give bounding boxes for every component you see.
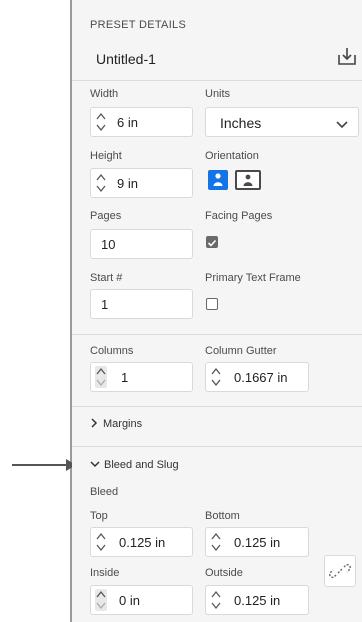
preset-name[interactable]: Untitled-1 <box>96 51 156 67</box>
divider <box>72 80 362 81</box>
bleed-top-field[interactable]: 0.125 in <box>90 527 193 557</box>
document-background <box>0 0 70 622</box>
width-field[interactable]: 6 in <box>90 107 193 137</box>
width-label: Width <box>90 88 119 100</box>
primary-text-frame-checkbox[interactable] <box>206 298 218 310</box>
unlinked-chain-icon[interactable] <box>324 555 356 587</box>
bleed-bottom-label: Bottom <box>205 510 240 522</box>
section-title-preset-details: PRESET DETAILS <box>90 19 187 31</box>
bleed-and-slug-toggle[interactable]: Bleed and Slug <box>90 459 179 471</box>
bleed-outside-label: Outside <box>205 567 243 579</box>
pages-label: Pages <box>90 210 122 222</box>
facing-pages-label: Facing Pages <box>205 210 273 222</box>
bleed-bottom-stepper[interactable] <box>210 531 222 553</box>
pages-field[interactable]: 10 <box>90 229 193 259</box>
columns-label: Columns <box>90 345 134 357</box>
bleed-inside-label: Inside <box>90 567 120 579</box>
divider <box>72 334 362 335</box>
units-select[interactable]: Inches <box>205 107 359 137</box>
save-preset-icon[interactable] <box>337 46 357 66</box>
bleed-outside-stepper[interactable] <box>210 589 222 611</box>
margins-toggle[interactable]: Margins <box>90 418 142 430</box>
bleed-and-slug-label: Bleed and Slug <box>104 459 179 471</box>
facing-pages-checkbox[interactable] <box>206 236 218 248</box>
height-stepper[interactable] <box>95 172 107 194</box>
primary-text-frame-label: Primary Text Frame <box>205 272 301 284</box>
bleed-inside-field[interactable]: 0 in <box>90 585 193 615</box>
column-gutter-field[interactable]: 0.1667 in <box>205 362 309 392</box>
orientation-label: Orientation <box>205 150 259 162</box>
height-value: 9 in <box>117 176 138 191</box>
start-number-field[interactable]: 1 <box>90 289 193 319</box>
width-value: 6 in <box>117 115 138 130</box>
column-gutter-value: 0.1667 in <box>234 370 288 385</box>
bleed-outside-field[interactable]: 0.125 in <box>205 585 309 615</box>
chevron-right-icon <box>91 418 98 428</box>
columns-stepper[interactable] <box>95 366 107 388</box>
preset-details-panel: PRESET DETAILS Untitled-1 Width 6 in Uni… <box>72 0 362 622</box>
bleed-bottom-field[interactable]: 0.125 in <box>205 527 309 557</box>
column-gutter-stepper[interactable] <box>210 366 222 388</box>
bleed-bottom-value: 0.125 in <box>234 535 281 550</box>
bleed-top-label: Top <box>90 510 108 522</box>
portrait-orientation-button[interactable] <box>208 170 228 190</box>
units-value: Inches <box>220 115 262 131</box>
columns-value: 1 <box>121 370 129 385</box>
bleed-label: Bleed <box>90 486 119 498</box>
annotation-arrow-line <box>12 464 68 466</box>
landscape-orientation-button[interactable] <box>235 170 261 190</box>
bleed-outside-value: 0.125 in <box>234 593 281 608</box>
start-number-label: Start # <box>90 272 123 284</box>
bleed-inside-value: 0 in <box>119 593 140 608</box>
columns-field[interactable]: 1 <box>90 362 193 392</box>
pages-value: 10 <box>101 237 116 252</box>
bleed-top-value: 0.125 in <box>119 535 166 550</box>
column-gutter-label: Column Gutter <box>205 345 277 357</box>
height-field[interactable]: 9 in <box>90 168 193 198</box>
units-label: Units <box>205 88 231 100</box>
divider <box>72 446 362 447</box>
margins-label: Margins <box>103 418 143 430</box>
bleed-top-stepper[interactable] <box>95 531 107 553</box>
width-stepper[interactable] <box>95 111 107 133</box>
bleed-inside-stepper[interactable] <box>95 589 107 611</box>
divider <box>72 406 362 407</box>
start-number-value: 1 <box>101 297 109 312</box>
chevron-down-icon <box>90 461 100 468</box>
chevron-down-icon <box>336 117 348 135</box>
height-label: Height <box>90 150 122 162</box>
